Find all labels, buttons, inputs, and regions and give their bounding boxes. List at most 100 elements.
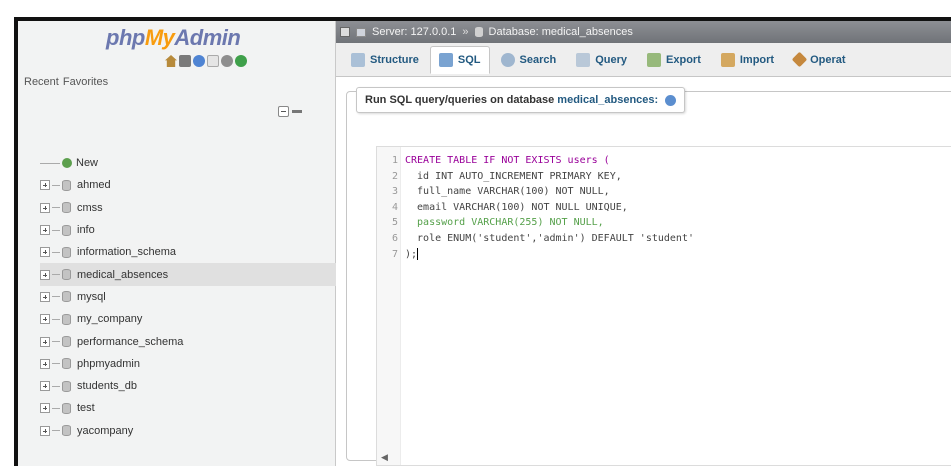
info-icon[interactable] — [193, 55, 205, 67]
tab-export[interactable]: Export — [638, 46, 710, 74]
line-number: 1 — [391, 155, 398, 166]
database-icon — [62, 313, 71, 325]
tab-structure[interactable]: Structure — [342, 46, 428, 74]
tree-item-label: cmss — [77, 201, 103, 214]
exit-icon[interactable] — [179, 55, 191, 67]
code-line: 4 email VARCHAR(100) NOT NULL UNIQUE, — [377, 200, 951, 216]
line-number: 4 — [391, 201, 398, 213]
tab-label: Query — [595, 53, 628, 66]
breadcrumb-database[interactable]: Database: medical_absences — [489, 26, 633, 38]
main-panel: Server: 127.0.0.1 » Database: medical_ab… — [336, 21, 951, 466]
tree-connector — [52, 318, 60, 320]
expand-icon[interactable] — [40, 381, 50, 392]
code-text: CREATE TABLE IF NOT EXISTS users ( — [405, 155, 610, 166]
code-line: 7 ); — [377, 247, 951, 263]
database-icon — [62, 202, 71, 214]
tab-operations[interactable]: Operat — [785, 46, 854, 74]
recent-tab[interactable]: Recent — [24, 76, 59, 88]
query-icon — [576, 52, 591, 67]
expand-icon[interactable] — [40, 202, 50, 213]
code-text-wrapper: ); — [401, 247, 419, 263]
legend-database-link[interactable]: medical_absences: — [557, 94, 658, 106]
database-icon — [62, 179, 71, 191]
tree-connector — [52, 385, 60, 387]
tree-item-label: yacompany — [77, 424, 134, 437]
line-number: 7 — [391, 248, 398, 260]
tab-label: Structure — [370, 53, 419, 66]
new-db-label: New — [76, 157, 99, 170]
docs-icon[interactable] — [207, 55, 219, 67]
tree-item-mysql[interactable]: mysql — [40, 286, 336, 308]
breadcrumb: Server: 127.0.0.1 » Database: medical_ab… — [336, 21, 951, 43]
help-icon[interactable] — [665, 94, 677, 106]
expand-icon[interactable] — [40, 247, 50, 258]
expand-icon[interactable] — [40, 314, 50, 325]
tab-search[interactable]: Search — [492, 46, 566, 74]
tab-label: Import — [739, 53, 775, 66]
database-icon — [62, 269, 71, 281]
sql-editor[interactable]: 1 CREATE TABLE IF NOT EXISTS users ( 2 i… — [376, 146, 951, 466]
tree-new-item[interactable]: New — [40, 152, 336, 174]
phpmyadmin-logo[interactable]: phpMyAdmin — [106, 25, 241, 51]
tree-item-cmss[interactable]: cmss — [40, 197, 336, 219]
expand-icon[interactable] — [40, 403, 50, 414]
tree-item-label: ahmed — [77, 179, 111, 192]
expand-icon[interactable] — [40, 425, 50, 436]
collapse-all-icon[interactable] — [278, 106, 289, 117]
code-line: 1 CREATE TABLE IF NOT EXISTS users ( — [377, 153, 951, 169]
text-cursor — [417, 247, 419, 260]
tab-query[interactable]: Query — [567, 46, 636, 74]
database-icon — [62, 402, 71, 414]
navigation-panel: phpMyAdmin Recent Favorites New ahmed cm… — [18, 21, 336, 466]
database-label: Database: — [488, 26, 539, 38]
scroll-left-icon[interactable]: ◀ — [381, 452, 388, 463]
database-icon — [62, 358, 71, 370]
tree-item-students-db[interactable]: students_db — [40, 375, 336, 397]
tab-import[interactable]: Import — [712, 46, 783, 74]
link-with-main-icon[interactable] — [292, 110, 302, 113]
home-icon[interactable] — [165, 55, 177, 67]
tree-item-my-company[interactable]: my_company — [40, 308, 336, 330]
tab-sql[interactable]: SQL — [429, 45, 490, 74]
line-number: 3 — [391, 186, 398, 198]
line-number: 5 — [391, 217, 398, 229]
sql-code[interactable]: 1 CREATE TABLE IF NOT EXISTS users ( 2 i… — [377, 153, 951, 262]
tree-item-phpmyadmin[interactable]: phpmyadmin — [40, 353, 336, 375]
settings-icon[interactable] — [221, 55, 233, 67]
tree-item-test[interactable]: test — [40, 397, 336, 419]
tree-item-ahmed[interactable]: ahmed — [40, 174, 336, 196]
recent-favorites-tabs: Recent Favorites — [24, 76, 108, 88]
tree-item-label: medical_absences — [77, 268, 169, 281]
collapse-panel-icon[interactable] — [340, 27, 350, 37]
server-icon — [356, 27, 366, 37]
export-icon — [647, 52, 662, 67]
collapse-icon[interactable] — [40, 269, 50, 280]
code-line: 3 full_name VARCHAR(100) NOT NULL, — [377, 184, 951, 200]
expand-icon[interactable] — [40, 336, 50, 347]
tree-item-label: students_db — [77, 380, 137, 393]
code-text: full_name VARCHAR(100) NOT NULL, — [405, 186, 610, 198]
tree-item-info[interactable]: info — [40, 219, 336, 241]
expand-icon[interactable] — [40, 291, 50, 302]
breadcrumb-server[interactable]: Server: 127.0.0.1 — [372, 26, 456, 38]
tab-label: Export — [666, 53, 701, 66]
expand-icon[interactable] — [40, 180, 50, 191]
search-icon — [500, 52, 515, 67]
database-icon — [62, 336, 71, 348]
tree-connector — [40, 162, 60, 164]
tree-connector — [52, 274, 60, 276]
code-text: password VARCHAR(255) NOT NULL, — [405, 217, 604, 229]
tree-item-information-schema[interactable]: information_schema — [40, 241, 336, 263]
tree-item-performance-schema[interactable]: performance_schema — [40, 330, 336, 352]
reload-icon[interactable] — [235, 55, 247, 67]
new-db-icon — [62, 158, 72, 169]
tree-item-medical-absences[interactable]: medical_absences — [40, 263, 336, 286]
expand-icon[interactable] — [40, 358, 50, 369]
tree-connector — [52, 296, 60, 298]
favorites-tab[interactable]: Favorites — [63, 76, 108, 88]
database-icon — [62, 246, 71, 258]
tree-item-yacompany[interactable]: yacompany — [40, 420, 336, 442]
expand-icon[interactable] — [40, 225, 50, 236]
code-line: 6 role ENUM('student','admin') DEFAULT '… — [377, 231, 951, 247]
code-text: id INT AUTO_INCREMENT PRIMARY KEY, — [405, 170, 622, 182]
